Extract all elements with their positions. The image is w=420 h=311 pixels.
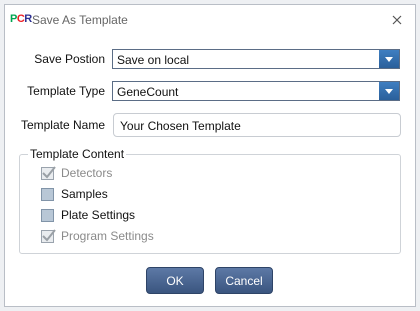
template-name-value: Your Chosen Template xyxy=(120,119,241,133)
checkbox-row-program-settings[interactable]: Program Settings xyxy=(41,228,154,244)
template-type-select[interactable]: GeneCount xyxy=(112,81,400,101)
title-bar: PCR Save As Template xyxy=(5,5,415,35)
close-icon xyxy=(392,15,402,25)
close-button[interactable] xyxy=(387,10,407,30)
save-position-label: Save Postion xyxy=(34,52,105,66)
samples-checkbox[interactable] xyxy=(41,187,54,201)
cancel-button[interactable]: Cancel xyxy=(215,267,273,294)
template-type-dropdown-arrow[interactable] xyxy=(379,82,399,100)
chevron-down-icon xyxy=(385,88,393,94)
template-type-value: GeneCount xyxy=(117,85,179,99)
save-position-select[interactable]: Save on local xyxy=(112,49,400,69)
checkmark-icon xyxy=(42,165,56,178)
window-title: Save As Template xyxy=(32,13,128,27)
template-name-label: Template Name xyxy=(20,118,105,132)
chevron-down-icon xyxy=(385,56,393,62)
save-position-dropdown-arrow[interactable] xyxy=(379,50,399,68)
template-content-title: Template Content xyxy=(28,147,127,161)
program-settings-checkbox[interactable] xyxy=(41,228,56,243)
checkbox-row-detectors[interactable]: Detectors xyxy=(41,165,112,181)
ok-button[interactable]: OK xyxy=(146,267,204,294)
plate-settings-label: Plate Settings xyxy=(61,208,136,222)
detectors-checkbox[interactable] xyxy=(41,165,56,180)
template-type-label: Template Type xyxy=(27,84,105,98)
logo-letter-r: R xyxy=(24,13,32,25)
app-logo: PCR xyxy=(10,13,32,27)
checkmark-icon xyxy=(42,228,56,241)
save-position-value: Save on local xyxy=(117,53,190,67)
checkbox-row-samples[interactable]: Samples xyxy=(41,186,108,202)
samples-label: Samples xyxy=(61,187,108,201)
program-settings-label: Program Settings xyxy=(61,229,154,243)
logo-letter-p: P xyxy=(10,13,17,25)
detectors-label: Detectors xyxy=(61,166,113,180)
checkbox-row-plate-settings[interactable]: Plate Settings xyxy=(41,207,135,223)
save-as-template-dialog: PCR Save As Template Save Postion Save o… xyxy=(4,4,416,307)
template-name-input[interactable]: Your Chosen Template xyxy=(113,113,401,137)
plate-settings-checkbox[interactable] xyxy=(41,208,54,222)
logo-letter-c: C xyxy=(16,13,25,25)
